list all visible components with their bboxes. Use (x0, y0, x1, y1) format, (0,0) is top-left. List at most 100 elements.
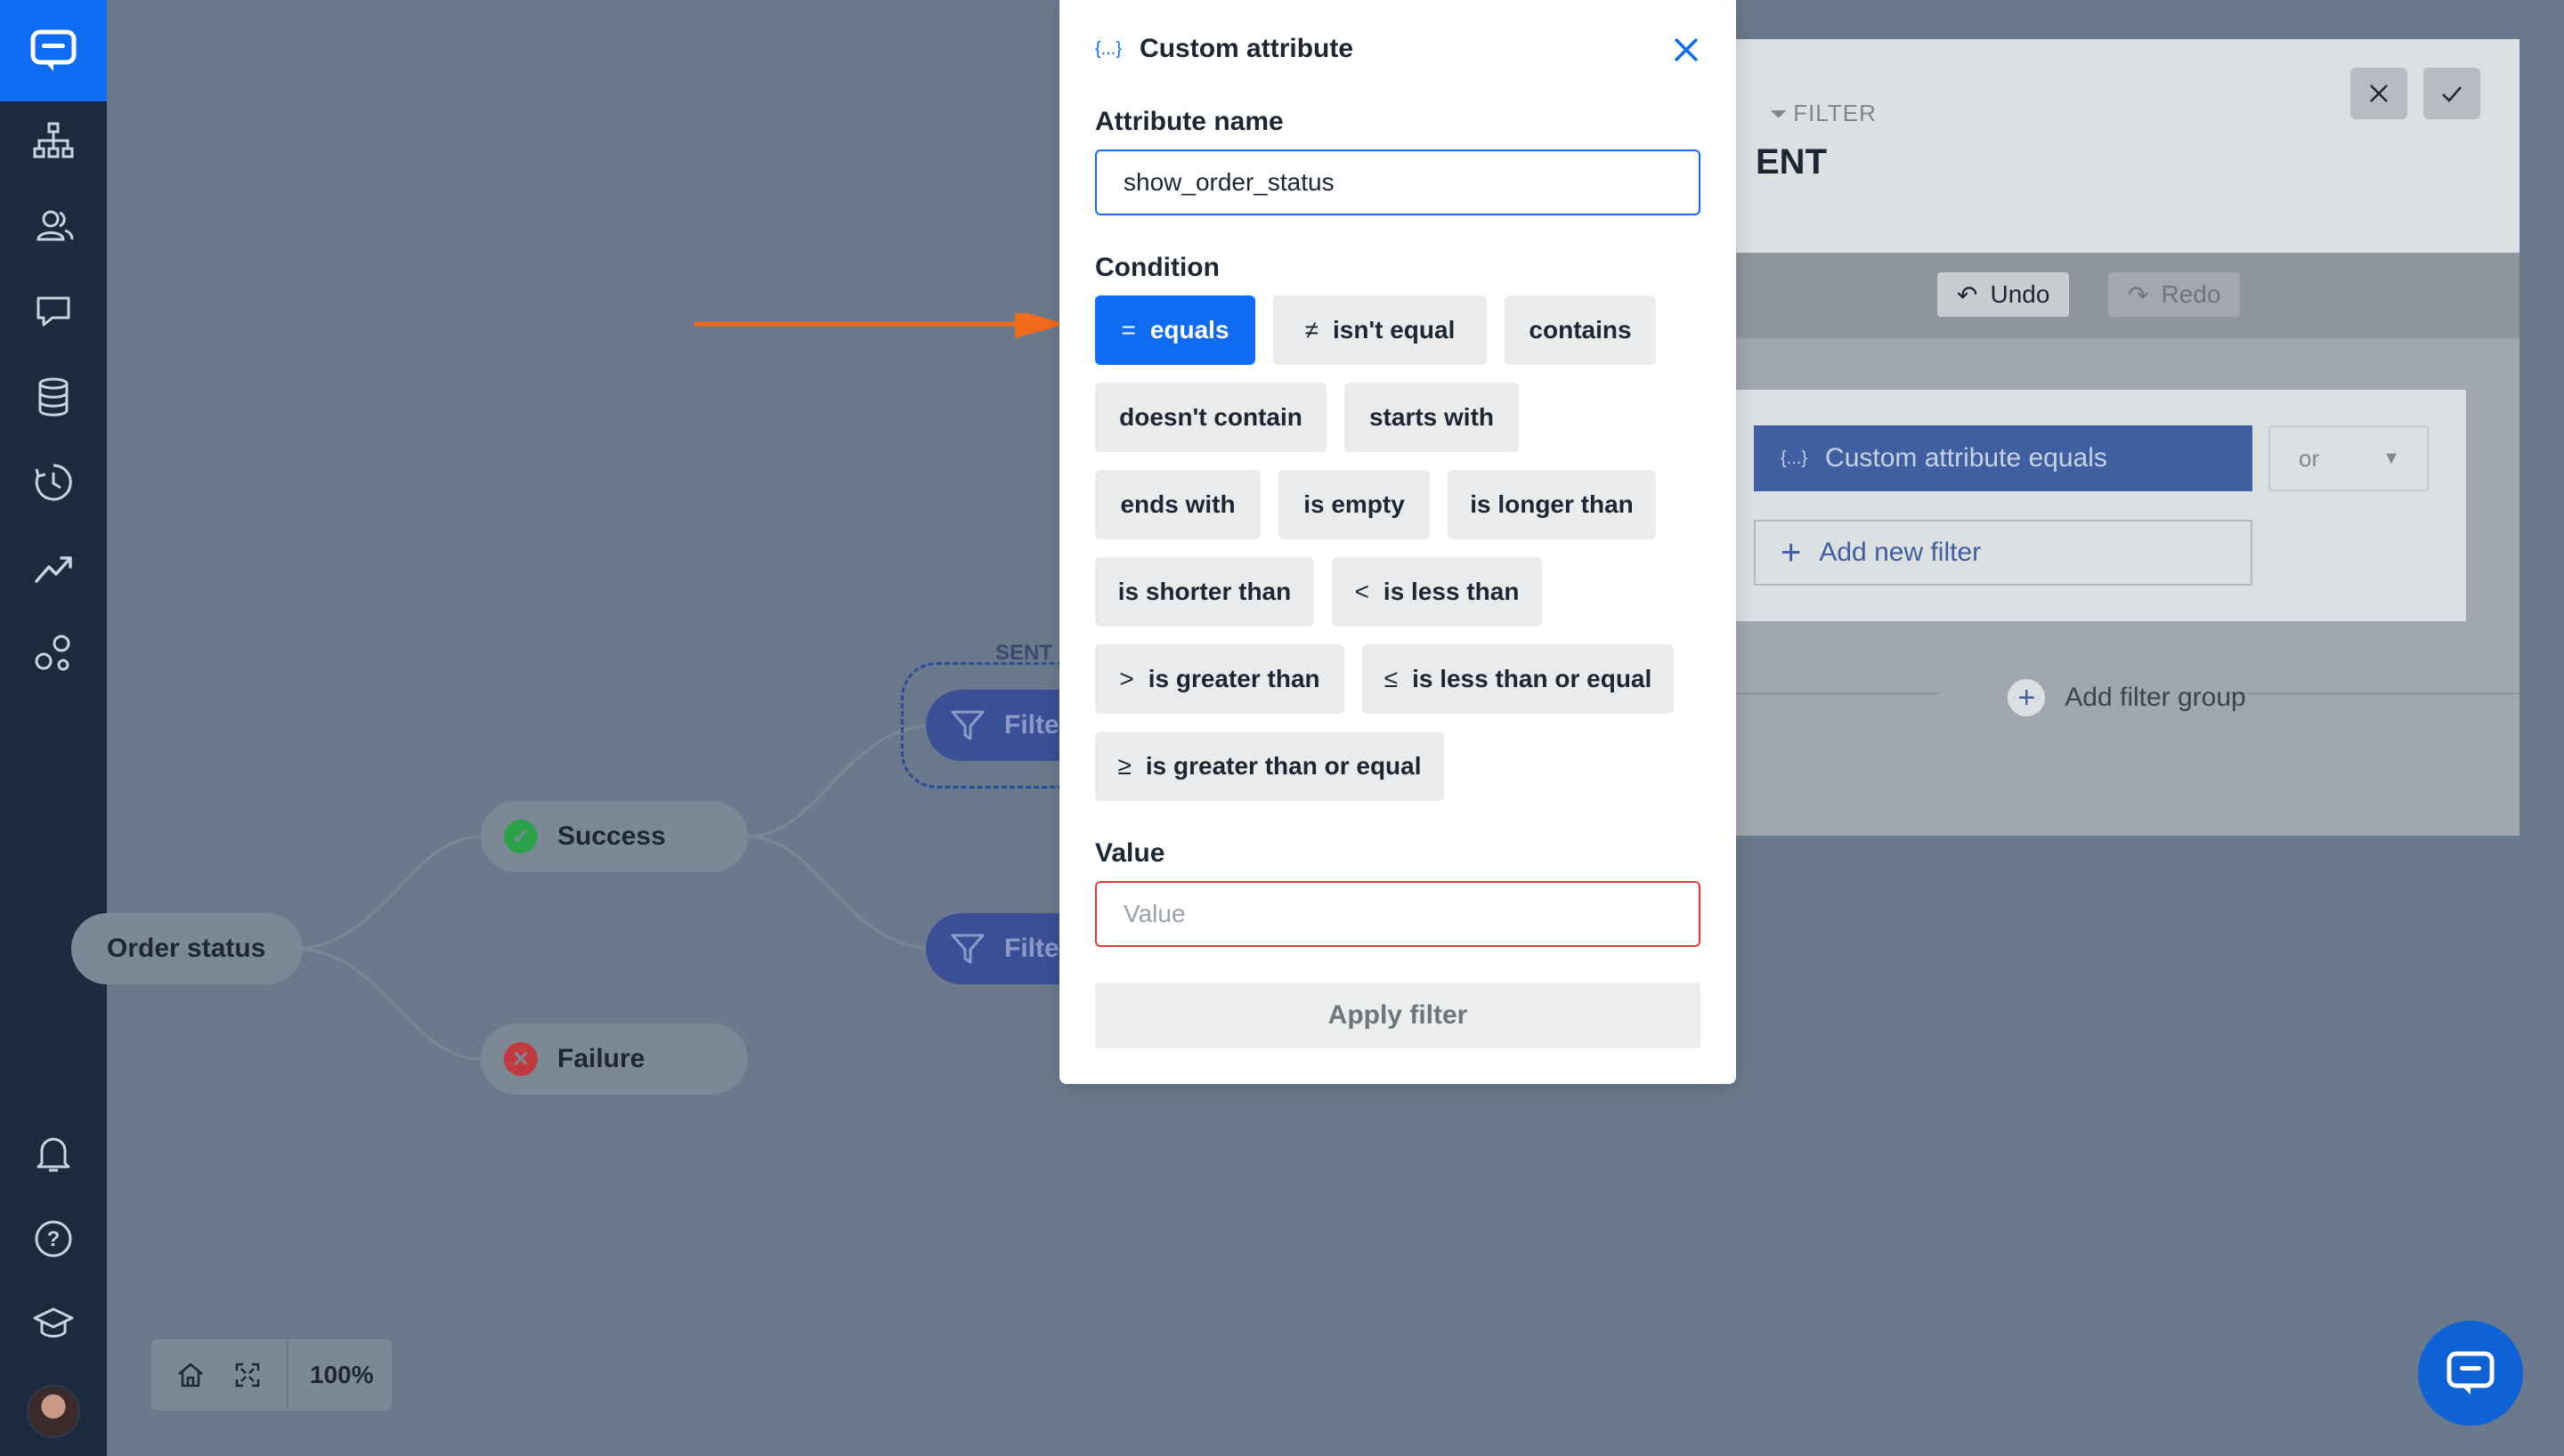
condition-equals[interactable]: = equals (1095, 295, 1255, 365)
custom-attribute-icon: {...} (1781, 448, 1808, 468)
redo-label: Redo (2161, 280, 2221, 308)
condition-symbol: < (1354, 578, 1369, 605)
node-label: Success (557, 821, 666, 851)
attribute-name-input[interactable] (1095, 150, 1700, 215)
modal-title: Custom attribute (1140, 34, 1354, 63)
chats-icon[interactable] (27, 285, 80, 338)
condition-label-text: contains (1529, 316, 1632, 344)
annotation-arrow (694, 313, 1067, 338)
add-new-filter-button[interactable]: + Add new filter (1754, 520, 2252, 586)
database-icon[interactable] (27, 370, 80, 424)
integrations-icon[interactable] (27, 627, 80, 680)
org-chart-icon[interactable] (27, 114, 80, 167)
check-icon (2442, 86, 2462, 102)
condition-is-shorter-than[interactable]: is shorter than (1095, 557, 1314, 627)
add-filter-group-button[interactable]: + Add filter group (1734, 671, 2519, 724)
undo-button[interactable]: ↶ Undo (1937, 272, 2070, 317)
home-icon[interactable] (162, 1339, 219, 1411)
chat-icon (2446, 1351, 2495, 1395)
condition-label-text: is less than or equal (1412, 665, 1652, 692)
condition-label-text: isn't equal (1333, 316, 1456, 344)
success-node[interactable]: ✓ Success (481, 801, 748, 872)
condition-starts-with[interactable]: starts with (1344, 383, 1519, 452)
condition-label-text: is greater than or equal (1145, 752, 1422, 780)
apply-filter-button[interactable]: Apply filter (1095, 983, 1700, 1048)
divider (287, 1339, 288, 1411)
condition-contains[interactable]: contains (1505, 295, 1656, 365)
academy-icon[interactable] (27, 1298, 80, 1351)
node-label: Filte (1004, 710, 1059, 740)
fit-screen-icon[interactable] (219, 1339, 276, 1411)
node-label: Order status (107, 934, 266, 963)
close-button[interactable] (2350, 68, 2407, 119)
condition-pill[interactable]: {...} Custom attribute equals (1754, 425, 2252, 491)
filter-group-card (1734, 390, 2466, 621)
zoom-controls: 100% (151, 1339, 392, 1411)
condition-is-less-than[interactable]: < is less than (1332, 557, 1542, 627)
plus-icon: + (1781, 532, 1802, 572)
or-select-value: or (2299, 444, 2320, 472)
condition-pill-label: Custom attribute equals (1825, 443, 2107, 473)
close-icon (2370, 85, 2388, 102)
condition-is-greater-than[interactable]: > is greater than (1095, 644, 1344, 714)
chat-logo-icon (30, 29, 77, 71)
condition-doesnt-contain[interactable]: doesn't contain (1095, 383, 1327, 452)
analytics-icon[interactable] (27, 541, 80, 595)
condition-isnt-equal[interactable]: ≠ isn't equal (1273, 295, 1487, 365)
filter-panel: ⏷ FILTER ENT ↶ Undo ↷ Redo {...} Custom att… (1734, 39, 2519, 836)
history-icon[interactable] (27, 456, 80, 509)
plus-circle-icon: + (2008, 679, 2046, 716)
or-select[interactable]: or ▼ (2268, 425, 2429, 491)
condition-label-text: starts with (1368, 403, 1495, 431)
condition-label-text: equals (1149, 316, 1229, 344)
avatar[interactable] (27, 1385, 80, 1438)
app-logo[interactable] (0, 0, 107, 101)
undo-icon: ↶ (1957, 280, 1978, 309)
failure-icon: ✕ (504, 1042, 538, 1076)
condition-label-text: ends with (1120, 490, 1236, 518)
redo-icon: ↷ (2128, 280, 2149, 309)
sidebar: ? (0, 0, 107, 1456)
value-input[interactable] (1095, 881, 1700, 947)
condition-is-less-than-or-equal[interactable]: ≤ is less than or equal (1362, 644, 1674, 714)
condition-label: Condition (1095, 253, 1220, 282)
custom-attribute-modal: {...} Custom attribute Attribute name Co… (1059, 0, 1736, 1084)
condition-label-text: is empty (1303, 490, 1405, 518)
chevron-down-icon: ▼ (2382, 448, 2400, 468)
add-filter-label: Add new filter (1819, 538, 1982, 567)
condition-label-text: is shorter than (1117, 578, 1292, 605)
notifications-icon[interactable] (27, 1127, 80, 1180)
zoom-level: 100% (310, 1361, 374, 1388)
condition-label-text: is less than (1383, 578, 1520, 605)
value-label: Value (1095, 838, 1165, 868)
condition-ends-with[interactable]: ends with (1095, 470, 1261, 539)
undo-label: Undo (1990, 280, 2050, 308)
node-label: Filte (1004, 934, 1059, 963)
condition-symbol: = (1121, 316, 1136, 344)
condition-symbol: ≤ (1383, 665, 1399, 692)
contacts-icon[interactable] (27, 199, 80, 253)
condition-symbol: ≥ (1117, 752, 1132, 780)
condition-is-empty[interactable]: is empty (1278, 470, 1430, 539)
panel-title: ENT (1756, 142, 1827, 182)
confirm-button[interactable] (2423, 68, 2480, 119)
filter-label-text: FILTER (1793, 100, 1877, 126)
condition-is-greater-than-or-equal[interactable]: ≥ is greater than or equal (1095, 732, 1444, 801)
failure-node[interactable]: ✕ Failure (481, 1023, 748, 1095)
funnel-icon: ⏷ (1770, 102, 1789, 126)
order-status-node[interactable]: Order status (71, 913, 303, 984)
condition-label-text: doesn't contain (1119, 403, 1302, 431)
funnel-icon (951, 934, 985, 964)
add-group-label: Add filter group (2065, 683, 2246, 712)
svg-text:?: ? (47, 1227, 61, 1251)
condition-is-longer-than[interactable]: is longer than (1448, 470, 1656, 539)
close-icon[interactable] (1668, 32, 1704, 68)
condition-label-text: is greater than (1148, 665, 1320, 692)
attribute-name-label: Attribute name (1095, 107, 1284, 136)
node-label: Failure (557, 1044, 645, 1073)
custom-attribute-icon: {...} (1095, 38, 1123, 59)
redo-button[interactable]: ↷ Redo (2108, 272, 2241, 317)
help-icon[interactable]: ? (27, 1212, 80, 1266)
chat-widget-button[interactable] (2418, 1321, 2523, 1426)
condition-label-text: is longer than (1470, 490, 1634, 518)
